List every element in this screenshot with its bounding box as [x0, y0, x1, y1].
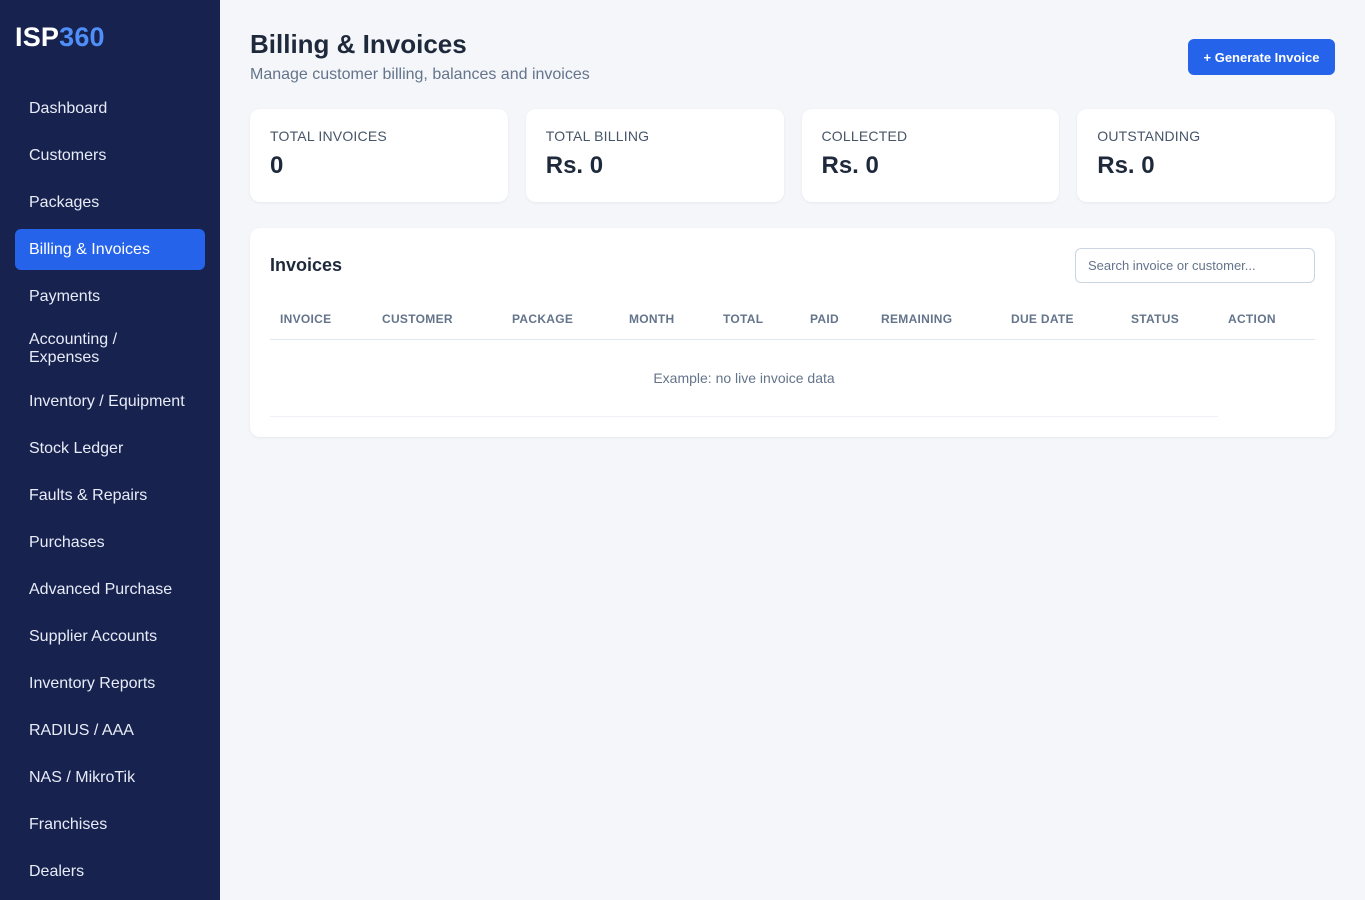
stat-value: Rs. 0	[821, 152, 879, 179]
invoices-table-header: INVOICE CUSTOMER PACKAGE MONTH TOTAL PAI…	[270, 304, 1315, 340]
sidebar-item-customers[interactable]: Customers	[15, 135, 205, 176]
sidebar-item-inventory-reports[interactable]: Inventory Reports	[15, 663, 205, 704]
sidebar-item-dashboard[interactable]: Dashboard	[15, 88, 205, 129]
stat-card-outstanding: OUTSTANDING Rs. 0	[1077, 109, 1335, 202]
sidebar-nav: Dashboard Customers Packages Billing & I…	[15, 88, 205, 898]
sidebar-item-stock-ledger[interactable]: Stock Ledger	[15, 428, 205, 469]
column-header-customer[interactable]: CUSTOMER	[382, 312, 453, 326]
stat-card-total-invoices: TOTAL INVOICES 0	[250, 109, 508, 202]
stat-value: 0	[270, 152, 284, 179]
column-header-total[interactable]: TOTAL	[723, 312, 763, 326]
invoices-panel: Invoices INVOICE CUSTOMER PACKAGE MONTH …	[250, 228, 1335, 437]
sidebar-item-payments[interactable]: Payments	[15, 276, 205, 317]
column-header-paid[interactable]: PAID	[810, 312, 839, 326]
stat-label: COLLECTED	[821, 128, 908, 144]
stat-label: TOTAL INVOICES	[270, 128, 387, 144]
sidebar-item-billing-invoices[interactable]: Billing & Invoices	[15, 229, 205, 270]
logo-prefix: ISP	[15, 22, 60, 52]
stat-card-collected: COLLECTED Rs. 0	[801, 109, 1060, 202]
invoices-title: Invoices	[270, 255, 343, 275]
stat-value: Rs. 0	[1097, 152, 1155, 179]
sidebar: ISP360 Dashboard Customers Packages Bill…	[0, 0, 220, 900]
sidebar-item-nas-mikrotik[interactable]: NAS / MikroTik	[15, 757, 205, 798]
column-header-remaining[interactable]: REMAINING	[881, 312, 952, 326]
column-header-package[interactable]: PACKAGE	[512, 312, 573, 326]
page-title: Billing & Invoices	[250, 29, 467, 59]
empty-state-text: Example: no live invoice data	[653, 370, 835, 386]
invoice-search-input[interactable]	[1075, 248, 1315, 283]
sidebar-item-faults-repairs[interactable]: Faults & Repairs	[15, 475, 205, 516]
generate-invoice-button[interactable]: + Generate Invoice	[1188, 39, 1335, 75]
stat-label: OUTSTANDING	[1097, 128, 1201, 144]
table-empty-row: Example: no live invoice data	[270, 340, 1218, 417]
stat-value: Rs. 0	[545, 152, 604, 179]
stat-card-total-billing: TOTAL BILLING Rs. 0	[525, 109, 784, 202]
column-header-month[interactable]: MONTH	[629, 312, 675, 326]
column-header-action: ACTION	[1228, 312, 1276, 326]
sidebar-item-dealers[interactable]: Dealers	[15, 851, 205, 892]
sidebar-item-inventory-equipment[interactable]: Inventory / Equipment	[15, 381, 205, 422]
app-logo[interactable]: ISP360	[15, 22, 105, 53]
sidebar-item-radius-aaa[interactable]: RADIUS / AAA	[15, 710, 205, 751]
sidebar-item-packages[interactable]: Packages	[15, 182, 205, 223]
sidebar-item-franchises[interactable]: Franchises	[15, 804, 205, 845]
column-header-invoice[interactable]: INVOICE	[280, 312, 331, 326]
sidebar-item-purchases[interactable]: Purchases	[15, 522, 205, 563]
column-header-due-date[interactable]: DUE DATE	[1011, 312, 1074, 326]
sidebar-item-advanced-purchase[interactable]: Advanced Purchase	[15, 569, 205, 610]
stats-row: TOTAL INVOICES 0 TOTAL BILLING Rs. 0 COL…	[250, 109, 1335, 202]
sidebar-item-supplier-accounts[interactable]: Supplier Accounts	[15, 616, 205, 657]
stat-label: TOTAL BILLING	[545, 128, 650, 144]
page-subtitle: Manage customer billing, balances and in…	[250, 66, 590, 83]
column-header-status[interactable]: STATUS	[1131, 312, 1179, 326]
sidebar-item-accounting-expenses[interactable]: Accounting / Expenses	[15, 323, 205, 375]
logo-suffix: 360	[59, 22, 105, 52]
